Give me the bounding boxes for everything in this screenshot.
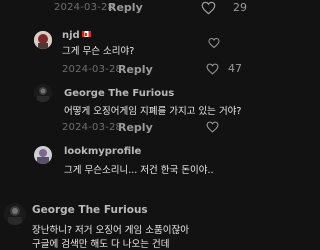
- heart-icon[interactable]: [206, 121, 219, 133]
- reply-text: 그게 무슨소리니... 저건 한국 돈이야..: [64, 165, 214, 176]
- reply-button[interactable]: Reply: [118, 121, 153, 134]
- reply-button[interactable]: Reply: [108, 1, 143, 14]
- canada-flag-icon: [81, 31, 91, 37]
- reply-username: njd: [62, 30, 91, 41]
- reply-text: 그게 무슨 소리야?: [62, 46, 135, 57]
- reply-username: lookmyprofile: [64, 146, 142, 157]
- comment-text-line: 장난하니? 저거 오징어 게임 소품이잖아: [32, 225, 189, 236]
- comment-text-line: 구글에 검색만 해도 다 나오는 건데: [32, 239, 170, 250]
- avatar[interactable]: [34, 31, 52, 49]
- avatar[interactable]: [4, 203, 26, 225]
- avatar[interactable]: [34, 84, 52, 102]
- reply-button[interactable]: Reply: [118, 63, 153, 76]
- heart-icon[interactable]: [208, 37, 220, 49]
- reply-date: 2024-03-28: [62, 64, 123, 75]
- like-count: 47: [228, 62, 242, 75]
- like-count: 29: [233, 1, 247, 14]
- reply-date: 2024-03-28: [62, 122, 123, 133]
- avatar[interactable]: [34, 146, 52, 164]
- comment-username: George The Furious: [32, 204, 148, 216]
- reply-text: 어떻게 오징어게임 지폐를 가지고 있는 거야?: [64, 106, 242, 117]
- heart-icon[interactable]: [206, 63, 219, 75]
- heart-icon[interactable]: [201, 1, 216, 15]
- reply-username: George The Furious: [64, 88, 175, 99]
- comment-date: 2024-03-28: [54, 2, 115, 13]
